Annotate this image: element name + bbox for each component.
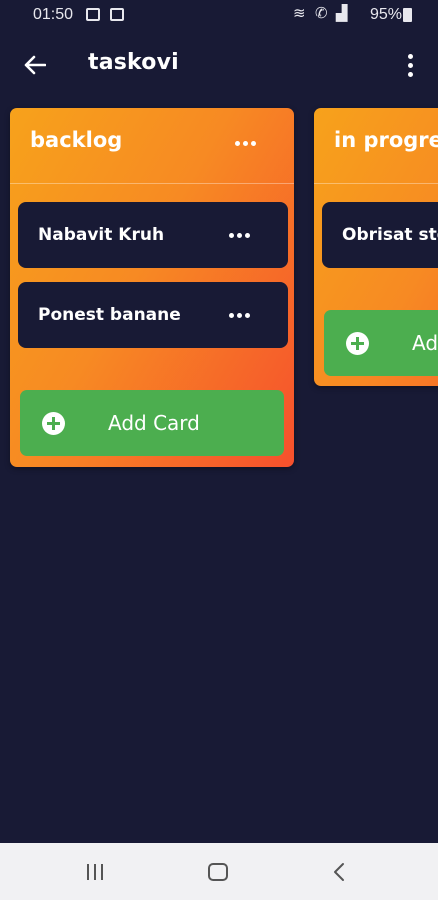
add-card-label: Add Card [108, 411, 200, 435]
column-backlog: backlog Nabavit Kruh Ponest banane Add C… [10, 108, 294, 467]
card[interactable]: Obrisat ste [322, 202, 438, 268]
system-back-button[interactable] [332, 861, 346, 883]
status-bar: 01:50 ≋ ✆ ▟ 95% [0, 0, 438, 30]
column-menu-button[interactable] [235, 141, 256, 146]
add-circle-icon [346, 332, 369, 355]
page-title: taskovi [88, 50, 179, 75]
column-title: backlog [30, 128, 123, 152]
battery-percent: 95% [369, 6, 402, 23]
arrow-left-icon [24, 55, 46, 75]
card-menu-button[interactable] [229, 313, 250, 318]
recent-apps-icon [87, 864, 89, 880]
chevron-left-icon [334, 863, 344, 881]
more-options-button[interactable] [400, 50, 420, 80]
add-card-label: Ad [412, 331, 438, 355]
card-title: Obrisat ste [342, 225, 438, 245]
column-header: backlog [10, 108, 294, 184]
more-horiz-icon [235, 141, 240, 146]
board[interactable]: backlog Nabavit Kruh Ponest banane Add C… [0, 98, 438, 843]
system-nav-bar [0, 843, 438, 900]
signal-icon: ▟ [336, 4, 348, 22]
column-header: in progre [314, 108, 438, 184]
status-time: 01:50 [33, 6, 74, 23]
more-vert-icon [407, 53, 413, 59]
app-bar: taskovi [0, 30, 438, 98]
card[interactable]: Nabavit Kruh [18, 202, 288, 268]
image-notification-icon [86, 8, 100, 21]
more-horiz-icon [229, 233, 234, 238]
add-card-button[interactable]: Add Card [20, 390, 284, 456]
card-title: Ponest banane [38, 305, 181, 325]
card-menu-button[interactable] [229, 233, 250, 238]
more-horiz-icon [229, 313, 234, 318]
column-in-progress: in progre Obrisat ste Ad [314, 108, 438, 386]
column-title: in progre [334, 128, 438, 152]
battery-icon [403, 8, 412, 22]
card-title: Nabavit Kruh [38, 225, 165, 245]
call-icon: ✆ [315, 4, 328, 22]
app-notification-icon [110, 8, 124, 21]
add-card-button[interactable]: Ad [324, 310, 438, 376]
wifi-icon: ≋ [293, 4, 306, 22]
home-button[interactable] [208, 863, 228, 881]
back-button[interactable] [20, 50, 50, 80]
recent-apps-button[interactable] [87, 864, 103, 880]
card[interactable]: Ponest banane [18, 282, 288, 348]
add-circle-icon [42, 412, 65, 435]
